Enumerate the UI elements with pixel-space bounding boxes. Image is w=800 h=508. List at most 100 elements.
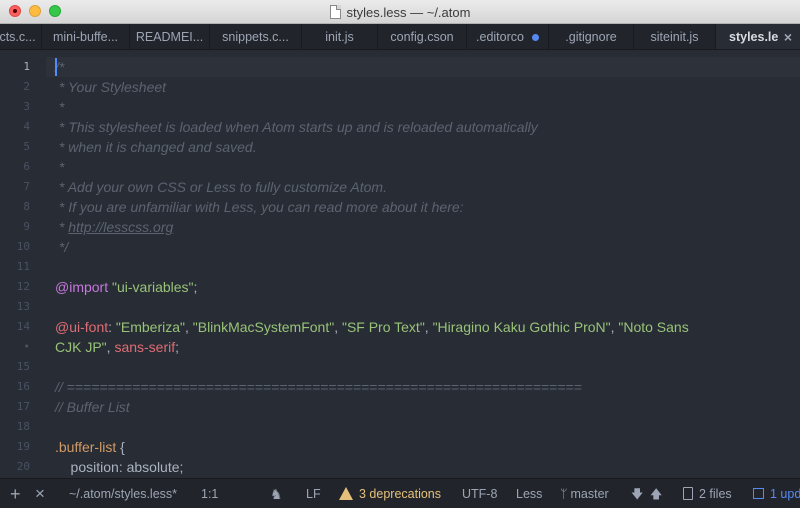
document-icon [329, 5, 341, 19]
code-line: */ [55, 239, 69, 255]
git-push-icon[interactable]: 🡅 [650, 479, 662, 508]
modified-dot-icon [531, 34, 539, 42]
code-line: .buffer-list { [55, 437, 125, 457]
line-number: 10 [16, 240, 30, 253]
status-bar: + × ~/.atom/styles.less* 1:1 ♞ LF 3 depr… [0, 478, 800, 508]
encoding-selector[interactable]: UTF-8 [462, 479, 497, 508]
line-number: 15 [16, 360, 30, 373]
tab-label: config.cson [390, 30, 454, 44]
code-line: @ui-font: "Emberiza", "BlinkMacSystemFon… [55, 317, 689, 337]
punctuation-token: : [108, 319, 116, 335]
package-updates-button[interactable]: 1 upd [753, 479, 800, 508]
text-cursor [55, 58, 57, 76]
tab-styles-less[interactable]: styles.le × [716, 24, 800, 49]
tab-siteinit-js[interactable]: siteinit.js [634, 24, 716, 49]
punctuation-token: ; [175, 339, 180, 355]
cursor-position[interactable]: 1:1 [201, 479, 218, 508]
punctuation-token: , [334, 319, 342, 335]
tab-cts[interactable]: cts.c... [0, 24, 42, 49]
file-diff-icon [683, 487, 693, 500]
line-number: 4 [23, 120, 30, 133]
window-title: styles.less — ~/.atom [346, 4, 471, 20]
github-changed-files[interactable]: 2 files [683, 479, 732, 508]
line-number: 5 [23, 140, 30, 153]
code-line: * [55, 159, 65, 175]
comment-link[interactable]: http://lesscss.org [68, 219, 173, 235]
comment-token: * [55, 219, 69, 235]
deprecation-cop-button[interactable]: 3 deprecations [339, 479, 441, 508]
line-number: 16 [16, 380, 30, 393]
tab-label: .editorco [476, 30, 524, 44]
punctuation-token: , [184, 319, 193, 335]
line-number: 1 [23, 60, 30, 73]
line-number: 2 [23, 80, 30, 93]
keyword-token: @import [55, 279, 109, 295]
tab-label: snippets.c... [222, 30, 289, 44]
line-number: 19 [16, 440, 30, 453]
tab-mini-buffer[interactable]: mini-buffe... [42, 24, 130, 49]
code-line: @import "ui-variables"; [55, 277, 197, 297]
line-number: 13 [16, 300, 30, 313]
tab-editorconfig[interactable]: .editorco [467, 24, 549, 49]
branch-name: master [570, 487, 609, 501]
code-line: * Add your own CSS or Less to fully cust… [55, 179, 387, 195]
tab-label: READMEI... [135, 30, 204, 44]
line-number: 20 [16, 460, 30, 473]
string-token: "Hiragino Kaku Gothic ProN" [432, 319, 611, 335]
code-line: * If you are unfamiliar with Less, you c… [55, 199, 464, 215]
tab-snippets[interactable]: snippets.c... [210, 24, 302, 49]
line-number: 11 [16, 260, 30, 273]
tab-readme[interactable]: READMEI... [130, 24, 210, 49]
squirrel-icon[interactable]: ♞ [270, 479, 283, 508]
string-token: "Noto Sans [618, 319, 689, 335]
line-number: 12 [16, 280, 30, 293]
close-panel-button[interactable]: × [35, 479, 45, 508]
punctuation-token: ; [193, 279, 198, 295]
code-line: // Buffer List [55, 399, 130, 415]
punctuation-token: { [116, 439, 125, 455]
code-line: position: absolute; [55, 459, 184, 475]
variable-token: @ui-font [55, 319, 109, 335]
line-ending-selector[interactable]: LF [306, 479, 321, 508]
tab-gitignore[interactable]: .gitignore [549, 24, 634, 49]
title-bar: styles.less — ~/.atom [0, 0, 800, 24]
files-count: 2 files [699, 487, 732, 501]
text-editor[interactable]: 1 2 3 4 5 6 7 8 9 10 11 12 13 14 • 15 16… [0, 51, 800, 478]
code-line: * [55, 99, 65, 115]
tab-config-cson[interactable]: config.cson [378, 24, 467, 49]
add-project-folder-button[interactable]: + [10, 479, 21, 508]
window-title-wrap: styles.less — ~/.atom [0, 0, 800, 24]
tab-bar: cts.c... mini-buffe... READMEI... snippe… [0, 24, 800, 50]
line-number: 3 [23, 100, 30, 113]
punctuation-token: , [424, 319, 433, 335]
line-number: 18 [16, 420, 30, 433]
string-token: "SF Pro Text" [341, 319, 425, 335]
line-number: 8 [23, 200, 30, 213]
string-token: "Emberiza" [115, 319, 185, 335]
git-branch[interactable]: ᛘ master [560, 479, 609, 508]
tab-label: cts.c... [0, 30, 36, 44]
git-pull-icon[interactable]: 🡇 [631, 479, 643, 508]
code-line: * http://lesscss.org [55, 217, 173, 237]
file-path[interactable]: ~/.atom/styles.less* [69, 479, 177, 508]
code-line: * This stylesheet is loaded when Atom st… [55, 119, 538, 135]
tab-label: styles.le [729, 30, 779, 44]
package-icon [753, 488, 764, 499]
tab-label: init.js [325, 30, 354, 44]
line-number: 7 [23, 180, 30, 193]
line-number: 6 [23, 160, 30, 173]
selector-token: .buffer-list [55, 439, 117, 455]
close-tab-icon[interactable]: × [784, 24, 792, 49]
line-number: 17 [16, 400, 30, 413]
line-number: 14 [16, 320, 30, 333]
tab-label: siteinit.js [650, 30, 699, 44]
git-branch-icon: ᛘ [560, 487, 568, 501]
tab-init-js[interactable]: init.js [302, 24, 378, 49]
line-number-gutter[interactable]: 1 2 3 4 5 6 7 8 9 10 11 12 13 14 • 15 16… [0, 51, 46, 478]
code-line-wrapped: CJK JP", sans-serif; [55, 337, 179, 357]
string-token: CJK JP" [55, 339, 107, 355]
code-line: * when it is changed and saved. [55, 139, 257, 155]
tab-label: mini-buffe... [52, 30, 119, 44]
tab-label: .gitignore [565, 30, 617, 44]
grammar-selector[interactable]: Less [516, 479, 542, 508]
